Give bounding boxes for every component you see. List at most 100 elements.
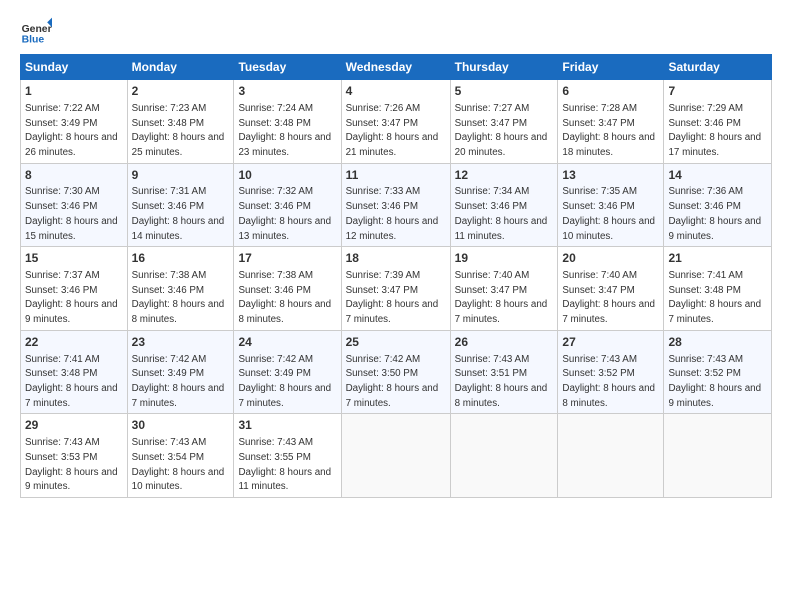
day-info: Sunrise: 7:43 AMSunset: 3:54 PMDaylight:… — [132, 437, 225, 492]
calendar-week-row: 8 Sunrise: 7:30 AMSunset: 3:46 PMDaylight… — [21, 163, 772, 247]
day-info: Sunrise: 7:38 AMSunset: 3:46 PMDaylight:… — [132, 270, 225, 325]
day-info: Sunrise: 7:29 AMSunset: 3:46 PMDaylight:… — [668, 103, 761, 158]
day-info: Sunrise: 7:43 AMSunset: 3:53 PMDaylight:… — [25, 437, 118, 492]
day-number: 19 — [455, 250, 554, 267]
calendar-cell: 31Sunrise: 7:43 AMSunset: 3:55 PMDayligh… — [234, 414, 341, 498]
svg-text:Blue: Blue — [22, 34, 45, 45]
day-info: Sunrise: 7:42 AMSunset: 3:49 PMDaylight:… — [238, 354, 331, 409]
svg-text:General: General — [22, 24, 52, 35]
day-info: Sunrise: 7:26 AMSunset: 3:47 PMDaylight:… — [346, 103, 439, 158]
day-number: 8 — [25, 167, 123, 184]
calendar-cell: 10 Sunrise: 7:32 AMSunset: 3:46 PMDayligh… — [234, 163, 341, 247]
day-header-wednesday: Wednesday — [341, 55, 450, 80]
day-number: 29 — [25, 417, 123, 434]
calendar-cell: 24 Sunrise: 7:42 AMSunset: 3:49 PMDayligh… — [234, 330, 341, 414]
day-info: Sunrise: 7:43 AMSunset: 3:51 PMDaylight:… — [455, 354, 548, 409]
day-number: 3 — [238, 83, 336, 100]
calendar-cell: 20 Sunrise: 7:40 AMSunset: 3:47 PMDayligh… — [558, 247, 664, 331]
day-info: Sunrise: 7:39 AMSunset: 3:47 PMDaylight:… — [346, 270, 439, 325]
calendar-cell: 21 Sunrise: 7:41 AMSunset: 3:48 PMDayligh… — [664, 247, 772, 331]
calendar-cell: 1 Sunrise: 7:22 AMSunset: 3:49 PMDaylight… — [21, 80, 128, 164]
calendar-cell: 3 Sunrise: 7:24 AMSunset: 3:48 PMDaylight… — [234, 80, 341, 164]
day-number: 20 — [562, 250, 659, 267]
day-info: Sunrise: 7:24 AMSunset: 3:48 PMDaylight:… — [238, 103, 331, 158]
calendar-cell: 28Sunrise: 7:43 AMSunset: 3:52 PMDayligh… — [664, 330, 772, 414]
day-header-thursday: Thursday — [450, 55, 558, 80]
calendar-week-row: 22Sunrise: 7:41 AMSunset: 3:48 PMDayligh… — [21, 330, 772, 414]
day-info: Sunrise: 7:40 AMSunset: 3:47 PMDaylight:… — [562, 270, 655, 325]
day-number: 14 — [668, 167, 767, 184]
day-info: Sunrise: 7:30 AMSunset: 3:46 PMDaylight:… — [25, 186, 118, 241]
day-info: Sunrise: 7:28 AMSunset: 3:47 PMDaylight:… — [562, 103, 655, 158]
calendar-cell: 13Sunrise: 7:35 AMSunset: 3:46 PMDayligh… — [558, 163, 664, 247]
day-info: Sunrise: 7:37 AMSunset: 3:46 PMDaylight:… — [25, 270, 118, 325]
calendar-cell: 25Sunrise: 7:42 AMSunset: 3:50 PMDayligh… — [341, 330, 450, 414]
day-number: 21 — [668, 250, 767, 267]
calendar-cell: 4 Sunrise: 7:26 AMSunset: 3:47 PMDaylight… — [341, 80, 450, 164]
calendar-cell: 5 Sunrise: 7:27 AMSunset: 3:47 PMDaylight… — [450, 80, 558, 164]
logo: General Blue — [20, 16, 52, 48]
calendar-cell — [664, 414, 772, 498]
day-number: 27 — [562, 334, 659, 351]
day-info: Sunrise: 7:43 AMSunset: 3:52 PMDaylight:… — [562, 354, 655, 409]
calendar-cell: 9Sunrise: 7:31 AMSunset: 3:46 PMDaylight… — [127, 163, 234, 247]
calendar-cell: 26 Sunrise: 7:43 AMSunset: 3:51 PMDayligh… — [450, 330, 558, 414]
calendar-cell: 30 Sunrise: 7:43 AMSunset: 3:54 PMDayligh… — [127, 414, 234, 498]
day-number: 2 — [132, 83, 230, 100]
calendar-cell: 22Sunrise: 7:41 AMSunset: 3:48 PMDayligh… — [21, 330, 128, 414]
calendar-cell: 6 Sunrise: 7:28 AMSunset: 3:47 PMDaylight… — [558, 80, 664, 164]
calendar-cell: 17 Sunrise: 7:38 AMSunset: 3:46 PMDayligh… — [234, 247, 341, 331]
day-number: 5 — [455, 83, 554, 100]
day-number: 12 — [455, 167, 554, 184]
day-number: 17 — [238, 250, 336, 267]
calendar-header-row: SundayMondayTuesdayWednesdayThursdayFrid… — [21, 55, 772, 80]
day-info: Sunrise: 7:27 AMSunset: 3:47 PMDaylight:… — [455, 103, 548, 158]
day-number: 10 — [238, 167, 336, 184]
day-number: 11 — [346, 167, 446, 184]
day-info: Sunrise: 7:38 AMSunset: 3:46 PMDaylight:… — [238, 270, 331, 325]
calendar-cell: 11 Sunrise: 7:33 AMSunset: 3:46 PMDayligh… — [341, 163, 450, 247]
day-number: 30 — [132, 417, 230, 434]
day-info: Sunrise: 7:23 AMSunset: 3:48 PMDaylight:… — [132, 103, 225, 158]
calendar-cell — [450, 414, 558, 498]
calendar-cell: 29 Sunrise: 7:43 AMSunset: 3:53 PMDayligh… — [21, 414, 128, 498]
day-info: Sunrise: 7:33 AMSunset: 3:46 PMDaylight:… — [346, 186, 439, 241]
day-info: Sunrise: 7:41 AMSunset: 3:48 PMDaylight:… — [25, 354, 118, 409]
calendar-cell: 14Sunrise: 7:36 AMSunset: 3:46 PMDayligh… — [664, 163, 772, 247]
header: General Blue — [20, 16, 772, 48]
day-info: Sunrise: 7:41 AMSunset: 3:48 PMDaylight:… — [668, 270, 761, 325]
day-info: Sunrise: 7:42 AMSunset: 3:50 PMDaylight:… — [346, 354, 439, 409]
calendar-cell: 19 Sunrise: 7:40 AMSunset: 3:47 PMDayligh… — [450, 247, 558, 331]
logo-icon: General Blue — [20, 16, 52, 48]
calendar-cell: 18Sunrise: 7:39 AMSunset: 3:47 PMDayligh… — [341, 247, 450, 331]
day-info: Sunrise: 7:42 AMSunset: 3:49 PMDaylight:… — [132, 354, 225, 409]
day-number: 6 — [562, 83, 659, 100]
day-number: 7 — [668, 83, 767, 100]
day-number: 24 — [238, 334, 336, 351]
day-number: 1 — [25, 83, 123, 100]
calendar-cell: 8 Sunrise: 7:30 AMSunset: 3:46 PMDaylight… — [21, 163, 128, 247]
day-number: 28 — [668, 334, 767, 351]
day-header-friday: Friday — [558, 55, 664, 80]
day-number: 15 — [25, 250, 123, 267]
page-container: General Blue SundayMondayTuesdayWednesda… — [0, 0, 792, 508]
calendar-cell: 15 Sunrise: 7:37 AMSunset: 3:46 PMDayligh… — [21, 247, 128, 331]
calendar-cell: 7 Sunrise: 7:29 AMSunset: 3:46 PMDaylight… — [664, 80, 772, 164]
calendar-cell: 27 Sunrise: 7:43 AMSunset: 3:52 PMDayligh… — [558, 330, 664, 414]
day-number: 16 — [132, 250, 230, 267]
day-info: Sunrise: 7:40 AMSunset: 3:47 PMDaylight:… — [455, 270, 548, 325]
day-info: Sunrise: 7:22 AMSunset: 3:49 PMDaylight:… — [25, 103, 118, 158]
day-info: Sunrise: 7:43 AMSunset: 3:55 PMDaylight:… — [238, 437, 331, 492]
day-info: Sunrise: 7:32 AMSunset: 3:46 PMDaylight:… — [238, 186, 331, 241]
day-number: 26 — [455, 334, 554, 351]
day-number: 13 — [562, 167, 659, 184]
calendar-cell — [341, 414, 450, 498]
day-info: Sunrise: 7:31 AMSunset: 3:46 PMDaylight:… — [132, 186, 225, 241]
day-header-sunday: Sunday — [21, 55, 128, 80]
day-number: 23 — [132, 334, 230, 351]
day-info: Sunrise: 7:34 AMSunset: 3:46 PMDaylight:… — [455, 186, 548, 241]
calendar-week-row: 15 Sunrise: 7:37 AMSunset: 3:46 PMDayligh… — [21, 247, 772, 331]
calendar-cell: 2 Sunrise: 7:23 AMSunset: 3:48 PMDaylight… — [127, 80, 234, 164]
calendar-week-row: 29 Sunrise: 7:43 AMSunset: 3:53 PMDayligh… — [21, 414, 772, 498]
day-number: 4 — [346, 83, 446, 100]
